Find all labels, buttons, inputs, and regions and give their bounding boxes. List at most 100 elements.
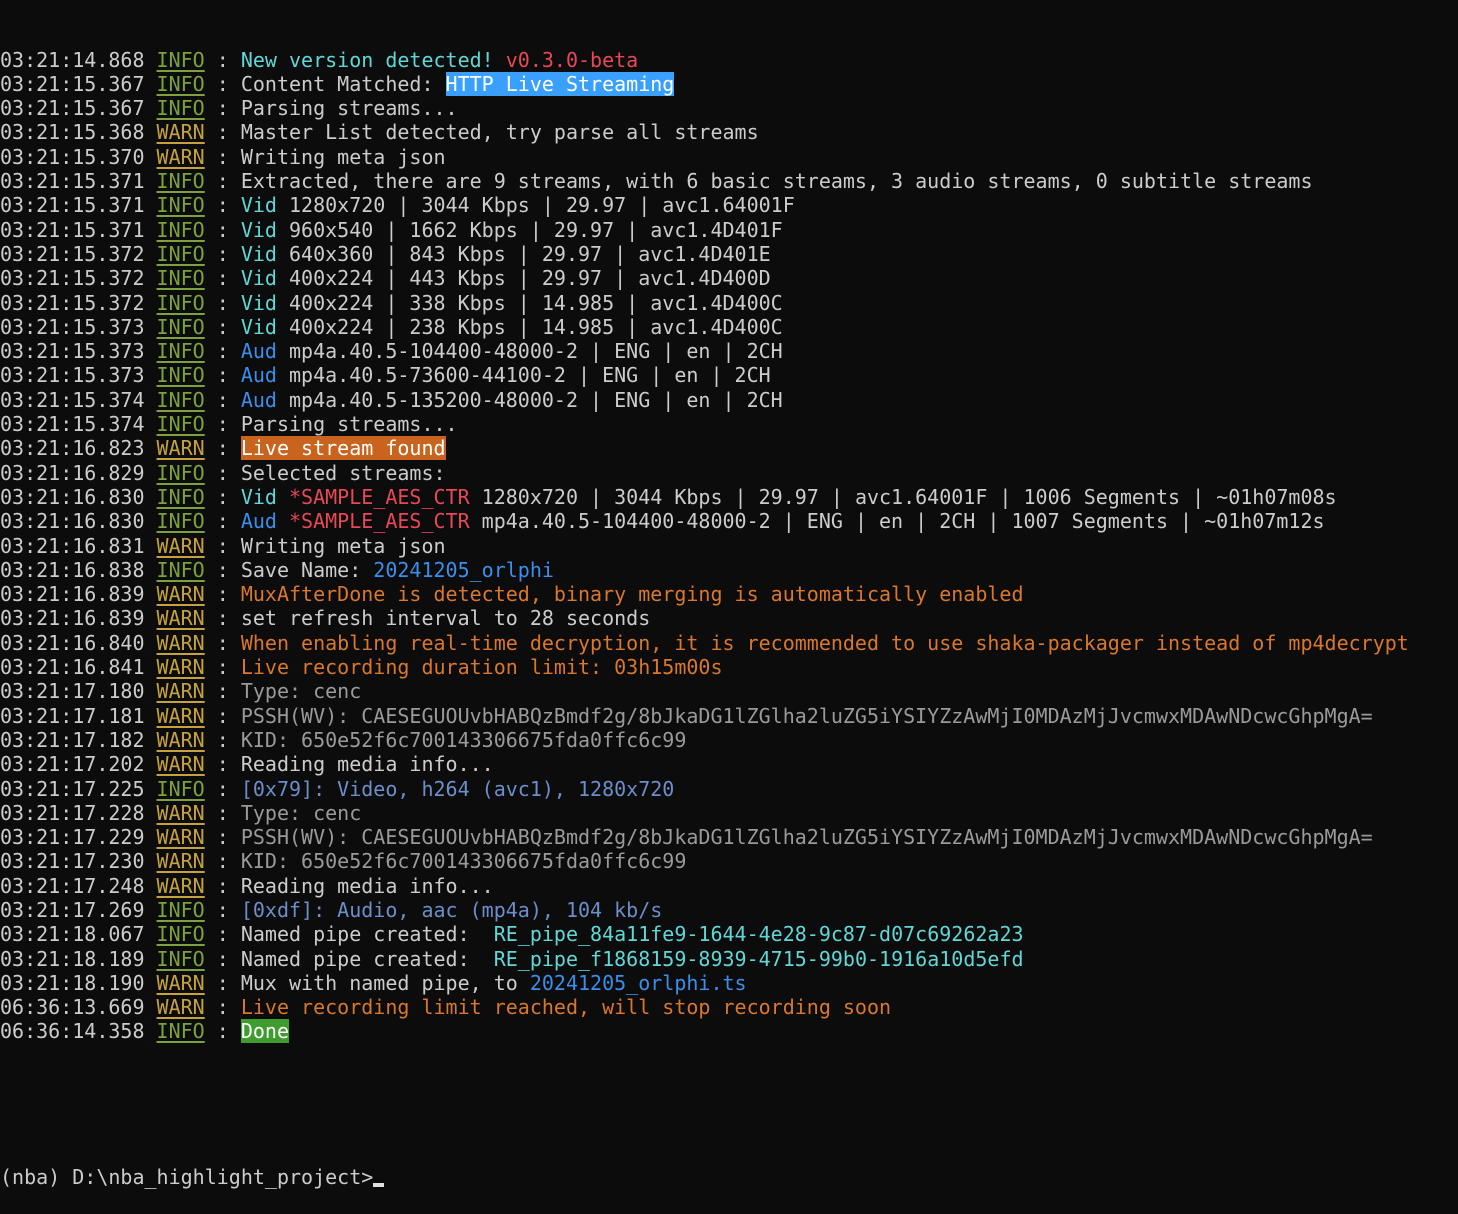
log-line: 06:36:14.358 INFO : Done (0, 1019, 1409, 1044)
log-message-segment: mp4a.40.5-104400-48000-2 | ENG | en | 2C… (469, 509, 1325, 534)
log-level-badge: WARN (156, 679, 205, 704)
log-message-segment: Vid (240, 266, 277, 291)
log-message-segment: Vid (240, 290, 277, 315)
log-separator: : (204, 169, 241, 194)
log-level-badge: WARN (156, 533, 205, 558)
log-separator: : (204, 825, 241, 850)
log-separator: : (204, 776, 241, 801)
log-message-segment: Live recording duration limit: 03h15m00s (240, 655, 723, 680)
log-line: 03:21:15.374 INFO : Aud mp4a.40.5-135200… (0, 388, 1409, 412)
log-timestamp: 03:21:16.831 (0, 533, 145, 558)
log-separator: : (204, 897, 241, 922)
log-line: 03:21:15.372 INFO : Vid 640x360 | 843 Kb… (0, 242, 1409, 266)
log-line: 03:21:16.839 WARN : set refresh interval… (0, 606, 1409, 630)
log-message-segment: v0.3.0-beta (505, 47, 639, 72)
log-timestamp: 06:36:14.358 (0, 1019, 145, 1044)
log-level-badge: WARN (156, 582, 205, 607)
log-message-segment: 1280x720 | 3044 Kbps | 29.97 | avc1.6400… (469, 484, 1337, 509)
log-line: 03:21:16.841 WARN : Live recording durat… (0, 655, 1409, 679)
log-message-segment: Named pipe created: (240, 946, 494, 971)
log-timestamp: 03:21:16.830 (0, 509, 145, 534)
log-message-segment: 20241205_orlphi.ts (529, 970, 747, 995)
log-line: 03:21:16.839 WARN : MuxAfterDone is dete… (0, 582, 1409, 606)
log-separator: : (204, 946, 241, 971)
log-timestamp: 03:21:17.182 (0, 727, 145, 752)
log-timestamp: 03:21:18.189 (0, 946, 145, 971)
log-timestamp: 03:21:15.373 (0, 314, 145, 339)
terminal-output[interactable]: 03:21:14.868 INFO : New version detected… (0, 0, 1409, 1214)
log-timestamp: 03:21:17.269 (0, 897, 145, 922)
log-separator: : (204, 217, 241, 242)
log-message-segment: Parsing streams... (240, 412, 458, 437)
log-separator: : (204, 606, 241, 631)
log-separator: : (204, 849, 241, 874)
log-message-segment: When enabling real-time decryption, it i… (240, 630, 1409, 655)
log-timestamp: 03:21:15.367 (0, 96, 145, 121)
log-message-segment: Vid (240, 314, 277, 339)
log-line: 03:21:16.830 INFO : Vid *SAMPLE_AES_CTR … (0, 485, 1409, 509)
log-timestamp: 03:21:15.371 (0, 169, 145, 194)
log-message-segment: RE_pipe_84a11fe9-1644-4e28-9c87-d07c6926… (493, 922, 1024, 947)
log-message-segment: Aud (240, 509, 277, 534)
log-level-badge: INFO (156, 96, 205, 121)
log-level-badge: INFO (156, 193, 205, 218)
log-timestamp: 03:21:17.229 (0, 825, 145, 850)
log-separator: : (204, 120, 241, 145)
log-line: 03:21:15.373 INFO : Vid 400x224 | 238 Kb… (0, 315, 1409, 339)
log-message-segment: Master List detected, try parse all stre… (240, 120, 759, 145)
log-level-badge: INFO (156, 241, 205, 266)
log-separator: : (204, 339, 241, 364)
log-message-segment: 400x224 | 238 Kbps | 14.985 | avc1.4D400… (276, 314, 783, 339)
log-timestamp: 03:21:17.181 (0, 703, 145, 728)
log-separator: : (204, 703, 241, 728)
log-line: 03:21:17.228 WARN : Type: cenc (0, 801, 1409, 825)
log-level-badge: WARN (156, 703, 205, 728)
log-separator: : (204, 484, 241, 509)
log-separator: : (204, 387, 241, 412)
log-level-badge: WARN (156, 825, 205, 850)
log-message-segment: KID: 650e52f6c700143306675fda0ffc6c99 (240, 727, 687, 752)
command-prompt[interactable]: (nba) D:\nba_highlight_project> (0, 1165, 1409, 1189)
log-separator: : (204, 436, 241, 461)
log-timestamp: 03:21:16.839 (0, 606, 145, 631)
log-timestamp: 03:21:15.372 (0, 266, 145, 291)
log-timestamp: 03:21:15.372 (0, 241, 145, 266)
log-line: 03:21:15.368 WARN : Master List detected… (0, 120, 1409, 144)
log-timestamp: 03:21:17.180 (0, 679, 145, 704)
log-level-badge: INFO (156, 897, 205, 922)
log-message-segment: Selected streams: (240, 460, 446, 485)
log-message-segment: PSSH(WV): CAESEGUOUvbHABQzBmdf2g/8bJkaDG… (240, 703, 1373, 728)
log-separator: : (204, 582, 241, 607)
log-timestamp: 03:21:15.371 (0, 193, 145, 218)
log-line: 03:21:15.370 WARN : Writing meta json (0, 145, 1409, 169)
log-level-badge: INFO (156, 1019, 205, 1044)
log-separator: : (204, 314, 241, 339)
log-message-segment: Vid (240, 193, 277, 218)
log-separator: : (204, 873, 241, 898)
log-message-segment: New version detected! (240, 47, 506, 72)
log-line: 03:21:15.372 INFO : Vid 400x224 | 443 Kb… (0, 266, 1409, 290)
log-message-segment: MuxAfterDone is detected, binary merging… (240, 582, 1024, 607)
log-level-badge: INFO (156, 217, 205, 242)
log-line: 03:21:16.823 WARN : Live stream found (0, 436, 1409, 461)
log-message-segment: 960x540 | 1662 Kbps | 29.97 | avc1.4D401… (276, 217, 783, 242)
log-message-segment: *SAMPLE_AES_CTR (276, 484, 470, 509)
log-timestamp: 03:21:15.372 (0, 290, 145, 315)
log-level-badge: WARN (156, 970, 205, 995)
log-line: 03:21:18.189 INFO : Named pipe created: … (0, 947, 1409, 971)
log-message-segment: 1280x720 | 3044 Kbps | 29.97 | avc1.6400… (276, 193, 795, 218)
log-timestamp: 03:21:15.368 (0, 120, 145, 145)
log-line: 03:21:17.182 WARN : KID: 650e52f6c700143… (0, 728, 1409, 752)
log-timestamp: 03:21:16.838 (0, 557, 145, 582)
log-separator: : (204, 96, 241, 121)
log-timestamp: 03:21:16.829 (0, 460, 145, 485)
log-message-segment: HTTP Live Streaming (445, 71, 675, 96)
log-level-badge: INFO (156, 339, 205, 364)
log-message-segment: mp4a.40.5-73600-44100-2 | ENG | en | 2CH (276, 363, 771, 388)
log-separator: : (204, 412, 241, 437)
log-timestamp: 03:21:15.367 (0, 71, 145, 96)
log-separator: : (204, 509, 241, 534)
log-line: 03:21:15.371 INFO : Extracted, there are… (0, 169, 1409, 193)
log-message-segment: [0xdf]: Audio, aac (mp4a), 104 kb/s (240, 897, 663, 922)
log-lines: 03:21:14.868 INFO : New version detected… (0, 48, 1409, 1044)
